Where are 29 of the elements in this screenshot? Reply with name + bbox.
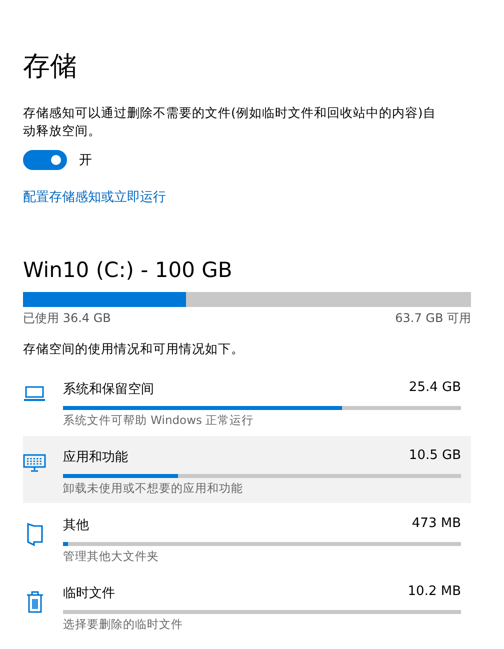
category-name: 应用和功能 <box>63 449 128 466</box>
category-size: 25.4 GB <box>408 380 461 397</box>
storage-category-item[interactable]: 应用和功能 10.5 GB 卸载未使用或不想要的应用和功能 <box>23 436 471 503</box>
page-title: 存储 <box>23 50 78 84</box>
laptop-icon <box>23 386 46 402</box>
trash-icon <box>26 590 44 614</box>
storage-sense-toggle[interactable] <box>23 150 67 170</box>
used-space-label: 已使用 36.4 GB <box>23 310 111 327</box>
toggle-label: 开 <box>79 152 92 169</box>
configure-link[interactable]: 配置存储感知或立即运行 <box>23 188 166 206</box>
free-space-label: 63.7 GB 可用 <box>395 310 471 327</box>
category-name: 临时文件 <box>63 585 115 602</box>
keyboard-monitor-icon <box>23 454 46 472</box>
category-name: 系统和保留空间 <box>63 381 154 398</box>
storage-category-item[interactable]: 其他 473 MB 管理其他大文件夹 <box>23 504 471 571</box>
storage-sense-description: 存储感知可以通过删除不需要的文件(例如临时文件和回收站中的内容)自动释放空间。 <box>23 104 437 140</box>
usage-caption: 存储空间的使用情况和可用情况如下。 <box>23 341 245 358</box>
category-size: 473 MB <box>412 516 461 533</box>
category-description: 选择要删除的临时文件 <box>63 617 184 632</box>
category-size: 10.5 GB <box>408 448 461 465</box>
category-name: 其他 <box>63 517 89 534</box>
storage-category-item[interactable]: 系统和保留空间 25.4 GB 系统文件可帮助 Windows 正常运行 <box>23 368 471 435</box>
category-size: 10.2 MB <box>408 584 461 601</box>
category-description: 管理其他大文件夹 <box>63 549 160 564</box>
storage-category-item[interactable]: 临时文件 10.2 MB 选择要删除的临时文件 <box>23 572 471 639</box>
category-description: 系统文件可帮助 Windows 正常运行 <box>63 413 255 428</box>
folder-icon <box>26 522 44 546</box>
drive-title: Win10 (C:) - 100 GB <box>23 258 234 282</box>
category-description: 卸载未使用或不想要的应用和功能 <box>63 481 244 496</box>
